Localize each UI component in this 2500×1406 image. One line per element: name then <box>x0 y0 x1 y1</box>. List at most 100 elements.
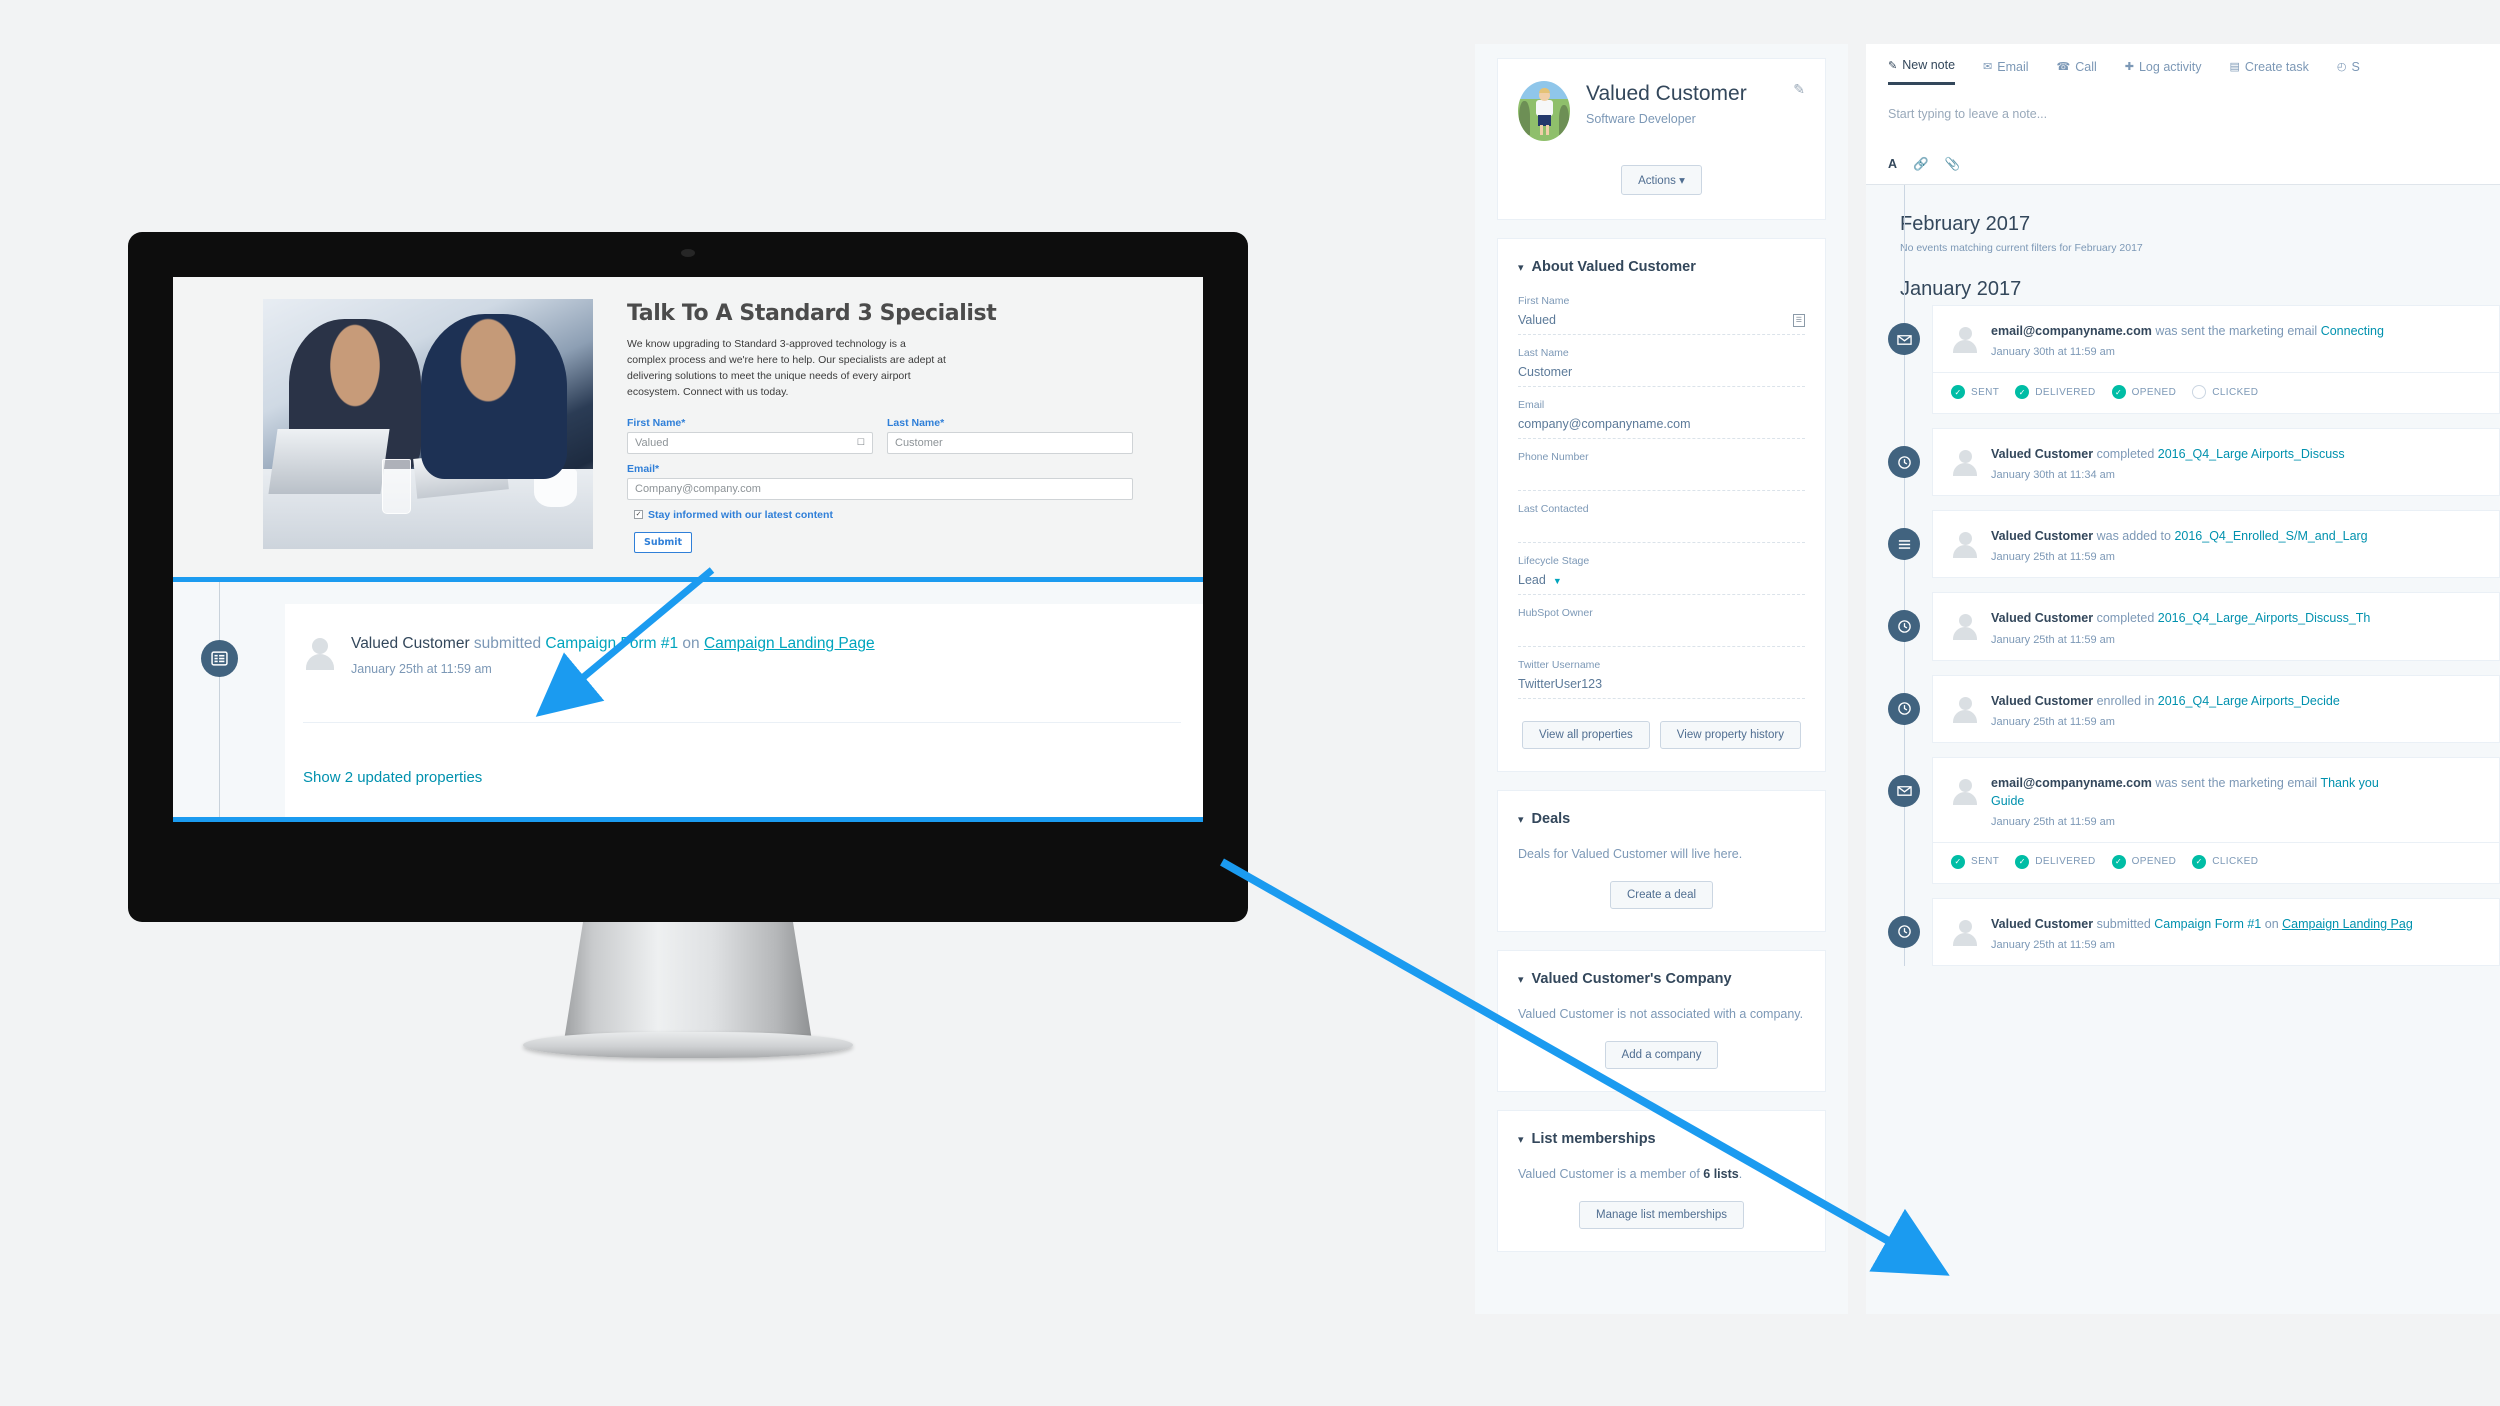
timeline-event-text: email@companyname.com was sent the marke… <box>1991 774 2379 792</box>
pencil-icon[interactable]: ✎ <box>1793 81 1805 98</box>
property-row[interactable]: Twitter Username TwitterUser123 <box>1518 659 1805 699</box>
composer-tab-s[interactable]: ◴ S <box>2337 58 2360 85</box>
contact-name: Valued Customer <box>1586 82 1747 105</box>
contact-job-title: Software Developer <box>1586 112 1696 127</box>
timeline-event[interactable]: Valued Customer completed 2016_Q4_Large … <box>1866 428 2500 497</box>
event-object-link[interactable]: 2016_Q4_Large_Airports_Discuss_Th <box>2158 611 2371 625</box>
event-object-link[interactable]: Connecting <box>2321 324 2384 338</box>
composer-tab-label: Create task <box>2244 59 2309 74</box>
timeline-event[interactable]: email@companyname.com was sent the marke… <box>1866 756 2500 884</box>
email-status-clicked: CLICKED <box>2192 385 2258 400</box>
highlighted-activity-strip: Valued Customer submitted Campaign Form … <box>173 577 1203 822</box>
email-input[interactable]: Company@company.com <box>627 477 1133 500</box>
check-circle-icon: ✓ <box>2111 854 2126 869</box>
email-status-label: CLICKED <box>2212 856 2259 868</box>
event-object-link[interactable]: 2016_Q4_Large Airports_Discuss <box>2158 447 2345 461</box>
property-row[interactable]: Lifecycle Stage Lead ▼ <box>1518 555 1805 595</box>
composer-tab-email[interactable]: ✉ Email <box>1983 58 2028 85</box>
property-row[interactable]: Phone Number <box>1518 451 1805 491</box>
show-updated-properties-link[interactable]: Show 2 updated properties <box>303 769 482 786</box>
manage-list-memberships-button[interactable]: Manage list memberships <box>1578 1201 1745 1229</box>
about-section-header[interactable]: ▾ About Valued Customer <box>1518 259 1805 275</box>
composer-tab-create-task[interactable]: ▤ Create task <box>2230 58 2309 85</box>
deals-section-header[interactable]: ▾ Deals <box>1518 811 1805 827</box>
chevron-down-icon[interactable]: ▾ <box>1518 973 1524 986</box>
add-company-button[interactable]: Add a company <box>1604 1041 1719 1069</box>
composer-toolbar: A 🔗 📎 <box>1866 121 2500 184</box>
lists-heading: List memberships <box>1531 1131 1656 1147</box>
property-row[interactable]: First Name Valued ☰ <box>1518 295 1805 335</box>
composer-tab-new-note[interactable]: ✎ New note <box>1888 58 1956 85</box>
company-section-header[interactable]: ▾ Valued Customer's Company <box>1518 971 1805 987</box>
workflow-icon <box>1888 610 1920 643</box>
attachment-icon[interactable]: 📎 <box>1945 157 1961 172</box>
lists-section-header[interactable]: ▾ List memberships <box>1518 1131 1805 1147</box>
property-value: Lead ▼ <box>1518 572 1805 588</box>
view-property-history-button[interactable]: View property history <box>1659 721 1801 749</box>
composer-tab-label: Call <box>2075 59 2097 74</box>
property-label: HubSpot Owner <box>1518 607 1593 619</box>
event-object-link[interactable]: 2016_Q4_Large Airports_Decide <box>2158 694 2340 708</box>
create-deal-button[interactable]: Create a deal <box>1609 881 1714 909</box>
link-icon[interactable]: 🔗 <box>1913 157 1929 172</box>
event-object-link-cont[interactable]: Guide <box>1991 794 2024 808</box>
composer-tab-log-activity[interactable]: ✚ Log activity <box>2125 58 2202 85</box>
submit-button[interactable]: Submit <box>634 531 693 553</box>
check-circle-icon: ✓ <box>2015 385 2030 400</box>
property-row[interactable]: Email company@companyname.com <box>1518 399 1805 439</box>
about-card: ▾ About Valued Customer First Name Valued… <box>1497 238 1826 772</box>
property-value-text: Valued <box>1518 313 1556 327</box>
chevron-down-icon[interactable]: ▾ <box>1518 261 1524 274</box>
event-subject: email@companyname.com <box>1991 775 2152 790</box>
chevron-down-icon[interactable]: ▼ <box>1553 576 1562 586</box>
check-circle-icon: ✓ <box>2192 854 2207 869</box>
webcam-icon <box>681 249 695 257</box>
last-name-input[interactable]: Customer <box>887 431 1133 454</box>
event-object-link[interactable]: 2016_Q4_Enrolled_S/M_and_Larg <box>2174 529 2367 543</box>
event-subject: Valued Customer <box>1991 693 2094 708</box>
list-icon <box>1888 528 1920 561</box>
activity-page-link[interactable]: Campaign Landing Page <box>704 635 875 652</box>
timeline-rail <box>219 582 220 817</box>
avatar <box>1518 81 1570 141</box>
property-label: Last Name <box>1518 347 1569 359</box>
timeline-month-empty: No events matching current filters for F… <box>1900 242 2143 254</box>
email-status-row: ✓ SENT ✓ DELIVERED ✓ OPENED ✓ CLICKED <box>1951 843 2481 869</box>
timeline-event-timestamp: January 30th at 11:59 am <box>1991 346 2115 359</box>
event-subject: Valued Customer <box>1991 447 2094 462</box>
activity-form-link[interactable]: Campaign Form #1 <box>545 635 678 652</box>
divider <box>303 722 1181 723</box>
activity-headline: Valued Customer submitted Campaign Form … <box>351 634 875 654</box>
timeline-event[interactable]: Valued Customer enrolled in 2016_Q4_Larg… <box>1866 674 2500 743</box>
hero-photo <box>263 299 593 549</box>
copy-icon[interactable]: ☐ <box>857 437 865 448</box>
composer-tab-call[interactable]: ☎ Call <box>2057 58 2097 85</box>
property-value-text: TwitterUser123 <box>1518 677 1603 691</box>
copy-icon[interactable]: ☰ <box>1792 313 1805 327</box>
event-object-link[interactable]: Campaign Form #1 <box>2154 917 2261 931</box>
first-name-input[interactable]: Valued ☐ <box>627 431 873 454</box>
chevron-down-icon[interactable]: ▾ <box>1518 1133 1524 1146</box>
property-row[interactable]: Last Contacted <box>1518 503 1805 543</box>
note-placeholder[interactable]: Start typing to leave a note... <box>1866 85 2500 121</box>
text-format-icon[interactable]: A <box>1888 157 1897 172</box>
email-value: Company@company.com <box>635 482 761 495</box>
subscribe-checkbox-row[interactable]: ✓ Stay informed with our latest content <box>634 509 1133 521</box>
view-all-properties-button[interactable]: View all properties <box>1522 721 1650 749</box>
monitor-mockup: Talk To A Standard 3 Specialist We know … <box>128 232 1248 1058</box>
timeline-event-timestamp: January 25th at 11:59 am <box>1991 633 2115 646</box>
timeline-event[interactable]: Valued Customer completed 2016_Q4_Large_… <box>1866 592 2500 661</box>
event-object-link[interactable]: Thank you <box>2320 776 2378 790</box>
checkbox-icon[interactable]: ✓ <box>634 510 643 520</box>
actions-button[interactable]: Actions ▾ <box>1621 165 1702 195</box>
chevron-down-icon[interactable]: ▾ <box>1518 813 1524 826</box>
property-row[interactable]: Last Name Customer <box>1518 347 1805 387</box>
last-name-label: Last Name* <box>887 416 945 429</box>
event-tail-link[interactable]: Campaign Landing Pag <box>2282 917 2413 931</box>
timeline-event[interactable]: Valued Customer submitted Campaign Form … <box>1866 897 2500 966</box>
timeline-event[interactable]: Valued Customer was added to 2016_Q4_Enr… <box>1866 510 2500 579</box>
timeline-event[interactable]: email@companyname.com was sent the marke… <box>1866 305 2500 415</box>
event-verb: completed <box>2093 447 2158 462</box>
activity-actor: Valued Customer <box>351 635 470 652</box>
property-row[interactable]: HubSpot Owner <box>1518 607 1805 647</box>
